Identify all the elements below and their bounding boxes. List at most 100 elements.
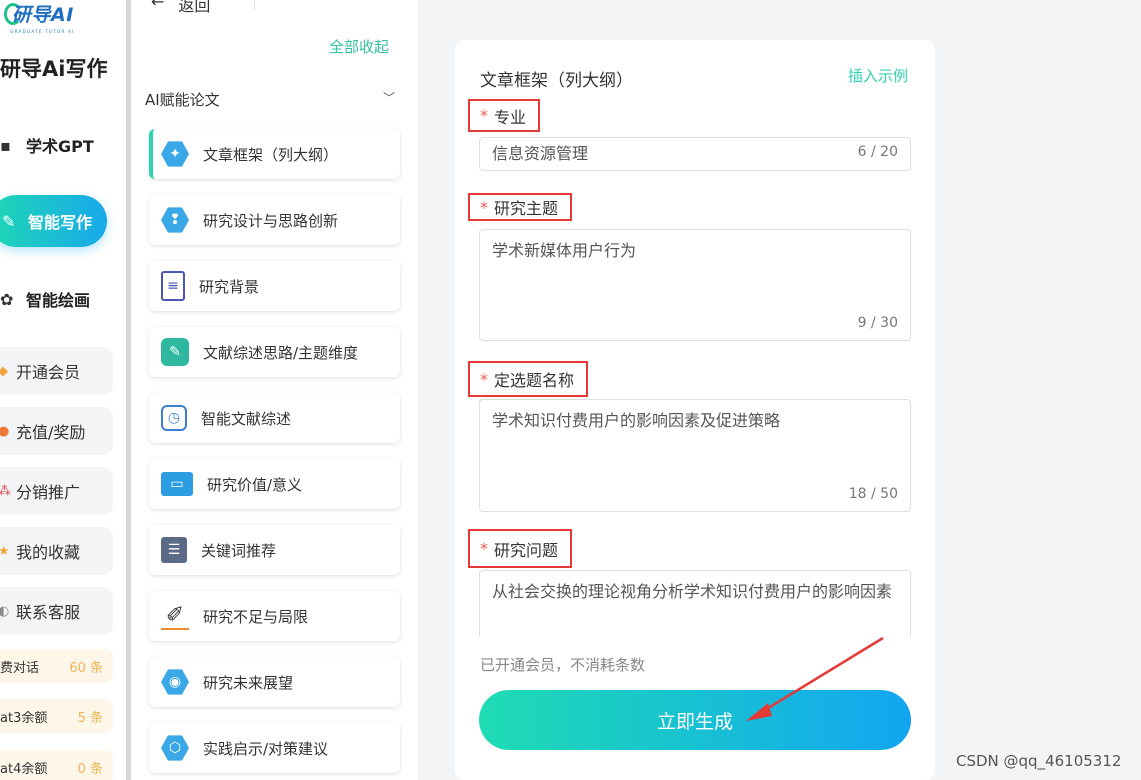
pen-icon: ✎ <box>2 211 16 231</box>
section-header-ai-paper[interactable]: AI赋能论文 ﹀ <box>145 89 395 110</box>
layers-icon: ☰ <box>161 537 187 563</box>
tool-label: 文章框架（列大纲） <box>203 145 339 164</box>
tool-label: 研究价值/意义 <box>207 475 303 494</box>
required-mark: * <box>480 369 488 389</box>
quota-gpt4: at4余额 0 条 <box>0 750 113 780</box>
distribution-button[interactable]: ⁂ 分销推广 <box>0 467 113 515</box>
quota-value: 5 条 <box>77 710 103 726</box>
pencil-icon: ✐ <box>161 602 189 630</box>
input-value: 从社会交换的理论视角分析学术知识付费用户的影响因素 <box>492 582 893 601</box>
whiteboard-icon: ✎ <box>161 338 189 366</box>
lightbulb-icon: ❢ <box>161 207 189 233</box>
eye-icon: ◉ <box>161 669 189 695</box>
contact-support-button[interactable]: ◐ 联系客服 <box>0 587 113 635</box>
field-label-major: * 专业 <box>468 99 541 132</box>
nav-academic-gpt[interactable]: ▪ 学术GPT <box>0 133 94 157</box>
tool-item-literature-ideas[interactable]: ✎ 文献综述思路/主题维度 <box>149 327 400 377</box>
topic-name-textarea[interactable]: 学术知识付费用户的影响因素及促进策略 18 / 50 <box>479 399 911 512</box>
star-icon: ★ <box>0 543 10 559</box>
char-counter: 9 / 30 <box>857 315 898 331</box>
input-value: 信息资源管理 <box>492 144 589 163</box>
open-membership-button[interactable]: ◆ 开通会员 <box>0 347 113 395</box>
tool-item-outline[interactable]: ✦ 文章框架（列大纲） <box>149 129 400 179</box>
diamond-icon: ◆ <box>0 363 8 379</box>
chat-icon: ▪ <box>0 135 11 155</box>
tool-label: 智能文献综述 <box>201 409 292 428</box>
field-label-topic-name: * 定选题名称 <box>468 361 589 397</box>
label-text: 研究问题 <box>494 540 559 560</box>
form-panel: 文章框架（列大纲） 插入示例 * 专业 信息资源管理 6 / 20 * 研究主题… <box>455 40 935 780</box>
research-topic-textarea[interactable]: 学术新媒体用户行为 9 / 30 <box>479 229 911 341</box>
char-counter: 6 / 20 <box>857 144 898 160</box>
quota-free-chat: 费对话 60 条 <box>0 649 113 683</box>
tool-item-smart-literature-review[interactable]: ◷ 智能文献综述 <box>149 393 400 443</box>
tool-item-research-background[interactable]: ≡ 研究背景 <box>149 261 400 311</box>
quota-label: at4余额 <box>0 761 48 777</box>
outline-icon: ✦ <box>161 141 189 167</box>
logo-text: 研导AI <box>12 4 74 26</box>
input-value: 学术新媒体用户行为 <box>492 241 637 260</box>
button-label: 分销推广 <box>16 483 81 502</box>
nav-label: 智能绘画 <box>26 291 91 310</box>
quota-value: 60 条 <box>69 660 103 676</box>
palette-icon: ✿ <box>0 289 14 309</box>
wallet-icon: ● <box>0 423 10 439</box>
quota-value: 0 条 <box>77 761 103 777</box>
left-sidebar: 研导AI GRADUATE TUTOR AI 研导Ai写作 ▪ 学术GPT ✎ … <box>0 0 126 780</box>
button-label: 开通会员 <box>16 363 81 382</box>
tool-item-future-outlook[interactable]: ◉ 研究未来展望 <box>149 657 400 707</box>
tool-label: 研究背景 <box>199 277 260 296</box>
tool-item-practical-implications[interactable]: ⬡ 实践启示/对策建议 <box>149 723 400 773</box>
nav-smart-writing[interactable]: ✎ 智能写作 <box>0 195 107 247</box>
quota-label: at3余额 <box>0 710 48 726</box>
back-label: 返回 <box>178 0 211 15</box>
required-mark: * <box>480 197 488 217</box>
tool-item-limitations[interactable]: ✐ 研究不足与局限 <box>149 591 400 641</box>
headset-icon: ◐ <box>0 603 10 619</box>
section-title: AI赋能论文 <box>145 91 220 109</box>
tool-label: 关键词推荐 <box>201 541 277 560</box>
quota-label: 费对话 <box>0 660 40 676</box>
watermark: CSDN @qq_46105312 <box>956 752 1122 770</box>
logo-subtext: GRADUATE TUTOR AI <box>10 30 75 35</box>
tool-list-panel: ← 返回 全部收起 AI赋能论文 ﹀ ✦ 文章框架（列大纲） ❢ 研究设计与思路… <box>131 0 418 780</box>
field-label-research-topic: * 研究主题 <box>468 193 573 221</box>
back-button[interactable]: ← 返回 <box>151 0 255 16</box>
recharge-button[interactable]: ● 充值/奖励 <box>0 407 113 455</box>
generate-button[interactable]: 立即生成 <box>479 690 911 750</box>
brand-title: 研导Ai写作 <box>0 57 108 81</box>
favorites-button[interactable]: ★ 我的收藏 <box>0 527 113 575</box>
nav-label: 智能写作 <box>28 213 93 232</box>
insert-example-link[interactable]: 插入示例 <box>848 65 908 86</box>
tool-item-research-design[interactable]: ❢ 研究设计与思路创新 <box>149 195 400 245</box>
tool-label: 研究设计与思路创新 <box>203 211 339 230</box>
form-title: 文章框架（列大纲） <box>480 71 633 91</box>
tool-label: 研究未来展望 <box>203 673 294 692</box>
arrow-left-icon: ← <box>151 0 165 11</box>
collapse-all-link[interactable]: 全部收起 <box>329 36 389 57</box>
input-value: 学术知识付费用户的影响因素及促进策略 <box>492 411 781 430</box>
document-icon: ≡ <box>161 271 185 301</box>
tool-label: 实践启示/对策建议 <box>203 739 329 758</box>
research-question-textarea[interactable]: 从社会交换的理论视角分析学术知识付费用户的影响因素 <box>479 570 911 636</box>
required-mark: * <box>480 539 488 558</box>
nav-smart-drawing[interactable]: ✿ 智能绘画 <box>0 287 90 311</box>
char-counter: 18 / 50 <box>848 486 898 502</box>
logo: 研导AI GRADUATE TUTOR AI <box>2 0 92 40</box>
tool-label: 文献综述思路/主题维度 <box>203 343 359 362</box>
chevron-down-icon: ﹀ <box>382 91 395 105</box>
back-separator <box>254 0 255 10</box>
button-label: 联系客服 <box>16 603 81 622</box>
member-note: 已开通会员，不消耗条数 <box>480 656 646 674</box>
tool-item-keywords[interactable]: ☰ 关键词推荐 <box>149 525 400 575</box>
quota-gpt3: at3余额 5 条 <box>0 699 113 733</box>
calendar-clock-icon: ◷ <box>161 405 187 431</box>
laptop-icon: ▭ <box>161 472 193 496</box>
label-text: 定选题名称 <box>494 371 575 390</box>
button-label: 我的收藏 <box>16 543 81 562</box>
tool-item-research-value[interactable]: ▭ 研究价值/意义 <box>149 459 400 509</box>
field-label-research-question: * 研究问题 <box>468 529 573 568</box>
major-input[interactable]: 信息资源管理 6 / 20 <box>479 137 911 171</box>
label-text: 专业 <box>494 107 527 127</box>
label-text: 研究主题 <box>494 199 559 218</box>
